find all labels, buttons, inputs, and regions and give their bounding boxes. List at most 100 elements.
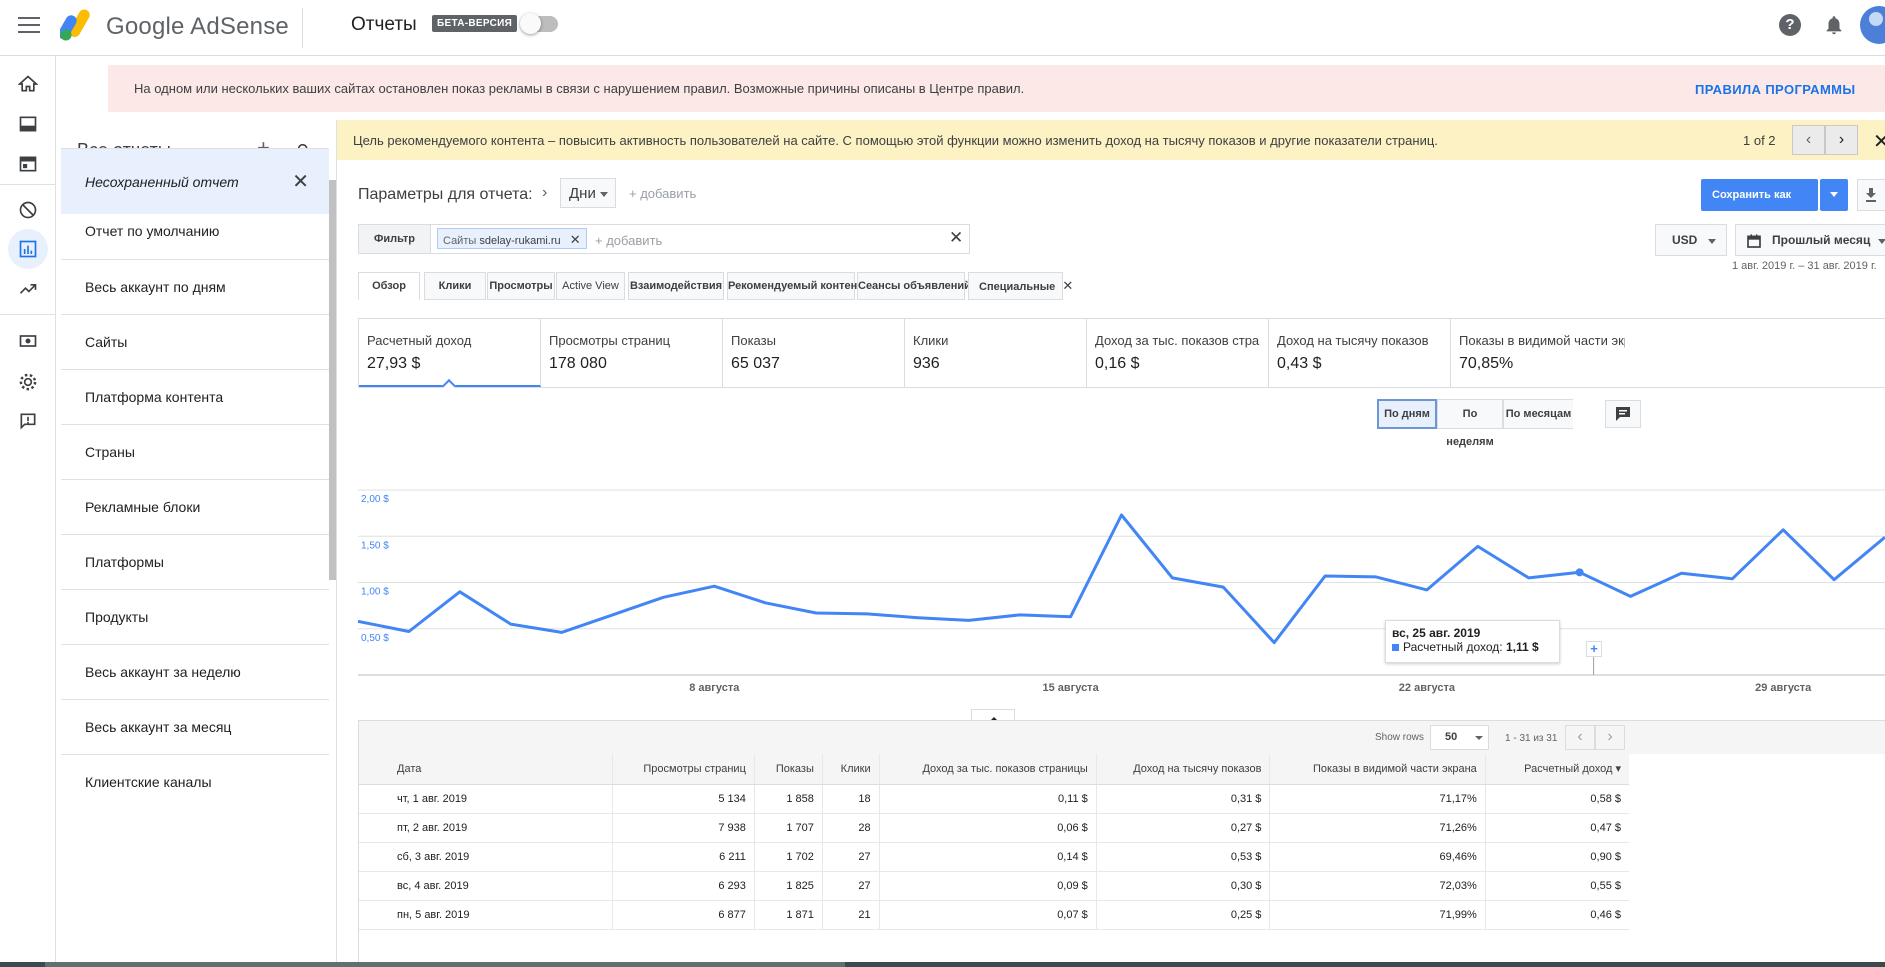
sites-icon[interactable] <box>8 144 48 184</box>
granularity-daily[interactable]: По дням <box>1377 399 1437 429</box>
beta-toggle[interactable] <box>520 13 558 34</box>
table-row[interactable]: пт, 2 авг. 2019 7 938 1 707 28 0,06 $0,27 $7… <box>359 813 1629 843</box>
feedback-icon[interactable] <box>8 401 48 441</box>
y-tick-label: 1,00 $ <box>361 587 389 598</box>
metric-card-clicks[interactable]: Клики 936 <box>905 319 1087 387</box>
table-row[interactable]: чт, 1 авг. 2019 5 134 1 858 18 0,11 $0,31 $7… <box>359 784 1629 814</box>
tab-custom[interactable]: Специальные ✕ <box>968 272 1073 300</box>
avatar[interactable] <box>1860 6 1885 44</box>
horizontal-scrollbar[interactable] <box>45 962 845 967</box>
ads-icon[interactable] <box>8 104 48 144</box>
metric-card-revenue[interactable]: Расчетный доход 27,93 $ <box>359 319 541 394</box>
metric-name: Расчетный доход <box>367 333 472 348</box>
currency-select[interactable]: USD <box>1655 224 1727 256</box>
metric-card-impressions[interactable]: Показы 65 037 <box>723 319 905 387</box>
granularity-monthly[interactable]: По месяцам <box>1503 399 1573 429</box>
save-options-dropdown[interactable] <box>1820 179 1848 211</box>
table-prev-button[interactable]: ‹ <box>1565 725 1595 750</box>
data-point[interactable] <box>1575 568 1584 577</box>
column-header[interactable]: Просмотры страниц <box>612 754 755 785</box>
banner-prev-button[interactable]: ‹ <box>1792 125 1825 155</box>
save-as-button[interactable]: Сохранить как <box>1701 179 1818 211</box>
tab-clicks[interactable]: Клики <box>424 272 486 300</box>
tab-overview[interactable]: Обзор <box>358 272 420 300</box>
annotations-button[interactable] <box>1605 400 1641 428</box>
payments-icon[interactable] <box>8 321 48 361</box>
column-header[interactable]: Показы <box>754 754 823 785</box>
download-icon <box>1866 188 1876 202</box>
table-cell: 0,53 $ <box>1096 842 1271 872</box>
table-cell: 69,46% <box>1269 842 1486 872</box>
metric-card-page-rpm[interactable]: Доход за тыс. показов страни... 0,16 $ <box>1087 319 1269 387</box>
filter-button[interactable]: Фильтр <box>359 225 431 253</box>
table-row[interactable]: пн, 5 авг. 2019 6 877 1 871 21 0,07 $0,25 $7… <box>359 900 1629 930</box>
brand-name: Google AdSense <box>106 13 289 40</box>
help-icon[interactable]: ? <box>1779 14 1801 36</box>
table-row[interactable]: вс, 4 авг. 2019 6 293 1 825 27 0,09 $0,30 $7… <box>359 871 1629 901</box>
series-line-revenue[interactable] <box>358 513 1885 645</box>
metric-card-impression-rpm[interactable]: Доход на тысячу показов 0,43 $ <box>1269 319 1451 387</box>
report-item[interactable]: Платформа контента <box>61 369 329 423</box>
remove-filter-icon[interactable]: ✕ <box>570 232 581 247</box>
column-header[interactable]: Доход за тыс. показов страницы <box>879 754 1097 785</box>
report-item-label: Клиентские каналы <box>85 774 212 790</box>
close-icon[interactable]: ✕ <box>1873 129 1885 154</box>
report-item[interactable]: Рекламные блоки <box>61 479 329 533</box>
report-item[interactable]: Весь аккаунт за месяц <box>61 699 329 753</box>
column-header[interactable]: Доход на тысячу показов <box>1096 754 1271 785</box>
tab-active-view[interactable]: Active View <box>556 272 625 300</box>
close-icon[interactable]: ✕ <box>1062 278 1073 293</box>
report-item[interactable]: Весь аккаунт по дням <box>61 259 329 313</box>
column-header[interactable]: Дата <box>359 754 613 785</box>
column-header[interactable]: Показы в видимой части экрана <box>1269 754 1486 785</box>
table-cell: 1 707 <box>754 813 823 843</box>
reports-list-scrollbar[interactable] <box>329 180 336 580</box>
top-app-bar: Google AdSense Отчеты БЕТА-ВЕРСИЯ ? <box>0 0 1885 56</box>
menu-icon[interactable] <box>18 17 40 35</box>
tooltip-series: Расчетный доход: <box>1403 640 1503 654</box>
report-item[interactable]: Весь аккаунт за неделю <box>61 644 329 698</box>
x-tick-label: 29 августа <box>1755 682 1812 694</box>
tab-ad-sessions[interactable]: Сеансы объявлений <box>857 272 971 300</box>
report-item[interactable]: Сайты <box>61 314 329 368</box>
banner-pager: 1 of 2 <box>1743 133 1776 148</box>
add-filter-input[interactable]: + добавить <box>595 233 662 248</box>
add-annotation-icon[interactable]: + <box>1586 641 1602 657</box>
blocking-controls-icon[interactable] <box>8 190 48 230</box>
report-item[interactable]: Платформы <box>61 534 329 588</box>
rows-per-page-select[interactable]: 50 <box>1430 725 1489 750</box>
metric-card-pageviews[interactable]: Просмотры страниц 178 080 <box>541 319 723 387</box>
home-icon[interactable] <box>8 64 48 104</box>
metric-card-viewability[interactable]: Показы в видимой части экрана 70,85% <box>1451 319 1633 387</box>
report-item-label: Рекламные блоки <box>85 499 201 515</box>
tab-recommended-content[interactable]: Рекомендуемый контент <box>727 272 863 300</box>
granularity-weekly[interactable]: По неделям <box>1437 399 1503 448</box>
table-cell: 0,58 $ <box>1485 784 1629 814</box>
clear-filters-icon[interactable]: ✕ <box>949 228 963 248</box>
dimension-select[interactable]: Дни <box>560 178 616 208</box>
report-item[interactable]: Страны <box>61 424 329 478</box>
revenue-line-chart[interactable]: 2,00 $ 1,50 $ 1,00 $ 0,50 $ 8 августа 15 авгу… <box>358 438 1885 694</box>
download-button[interactable] <box>1857 179 1885 211</box>
program-policies-link[interactable]: ПРАВИЛА ПРОГРАММЫ <box>1695 82 1856 97</box>
report-item[interactable]: Продукты <box>61 589 329 643</box>
column-header[interactable]: Клики <box>822 754 880 785</box>
tab-engagement[interactable]: Взаимодействия <box>628 272 724 300</box>
table-next-button[interactable]: › <box>1595 725 1625 750</box>
report-item[interactable]: Отчет по умолчанию <box>61 204 329 258</box>
period-select[interactable]: Прошлый месяц <box>1735 224 1885 256</box>
metric-value: 178 080 <box>549 355 607 372</box>
settings-icon[interactable] <box>8 362 48 402</box>
banner-next-button[interactable]: › <box>1825 125 1858 155</box>
report-item-label: Платформа контента <box>85 389 224 405</box>
table-cell: вс, 4 авг. 2019 <box>359 871 613 901</box>
report-item[interactable]: Клиентские каналы <box>61 754 329 808</box>
table-row[interactable]: сб, 3 авг. 2019 6 211 1 702 27 0,14 $0,53 $6… <box>359 842 1629 872</box>
reports-icon[interactable] <box>8 229 48 269</box>
notifications-icon[interactable] <box>1823 14 1845 36</box>
add-dimension-link[interactable]: + добавить <box>629 186 696 201</box>
optimization-icon[interactable] <box>8 269 48 309</box>
filter-chip[interactable]: Сайты sdelay-rukami.ru ✕ <box>437 228 587 249</box>
tab-pageviews[interactable]: Просмотры <box>487 272 555 300</box>
column-header-sorted[interactable]: Расчетный доход ▾ <box>1485 754 1629 785</box>
